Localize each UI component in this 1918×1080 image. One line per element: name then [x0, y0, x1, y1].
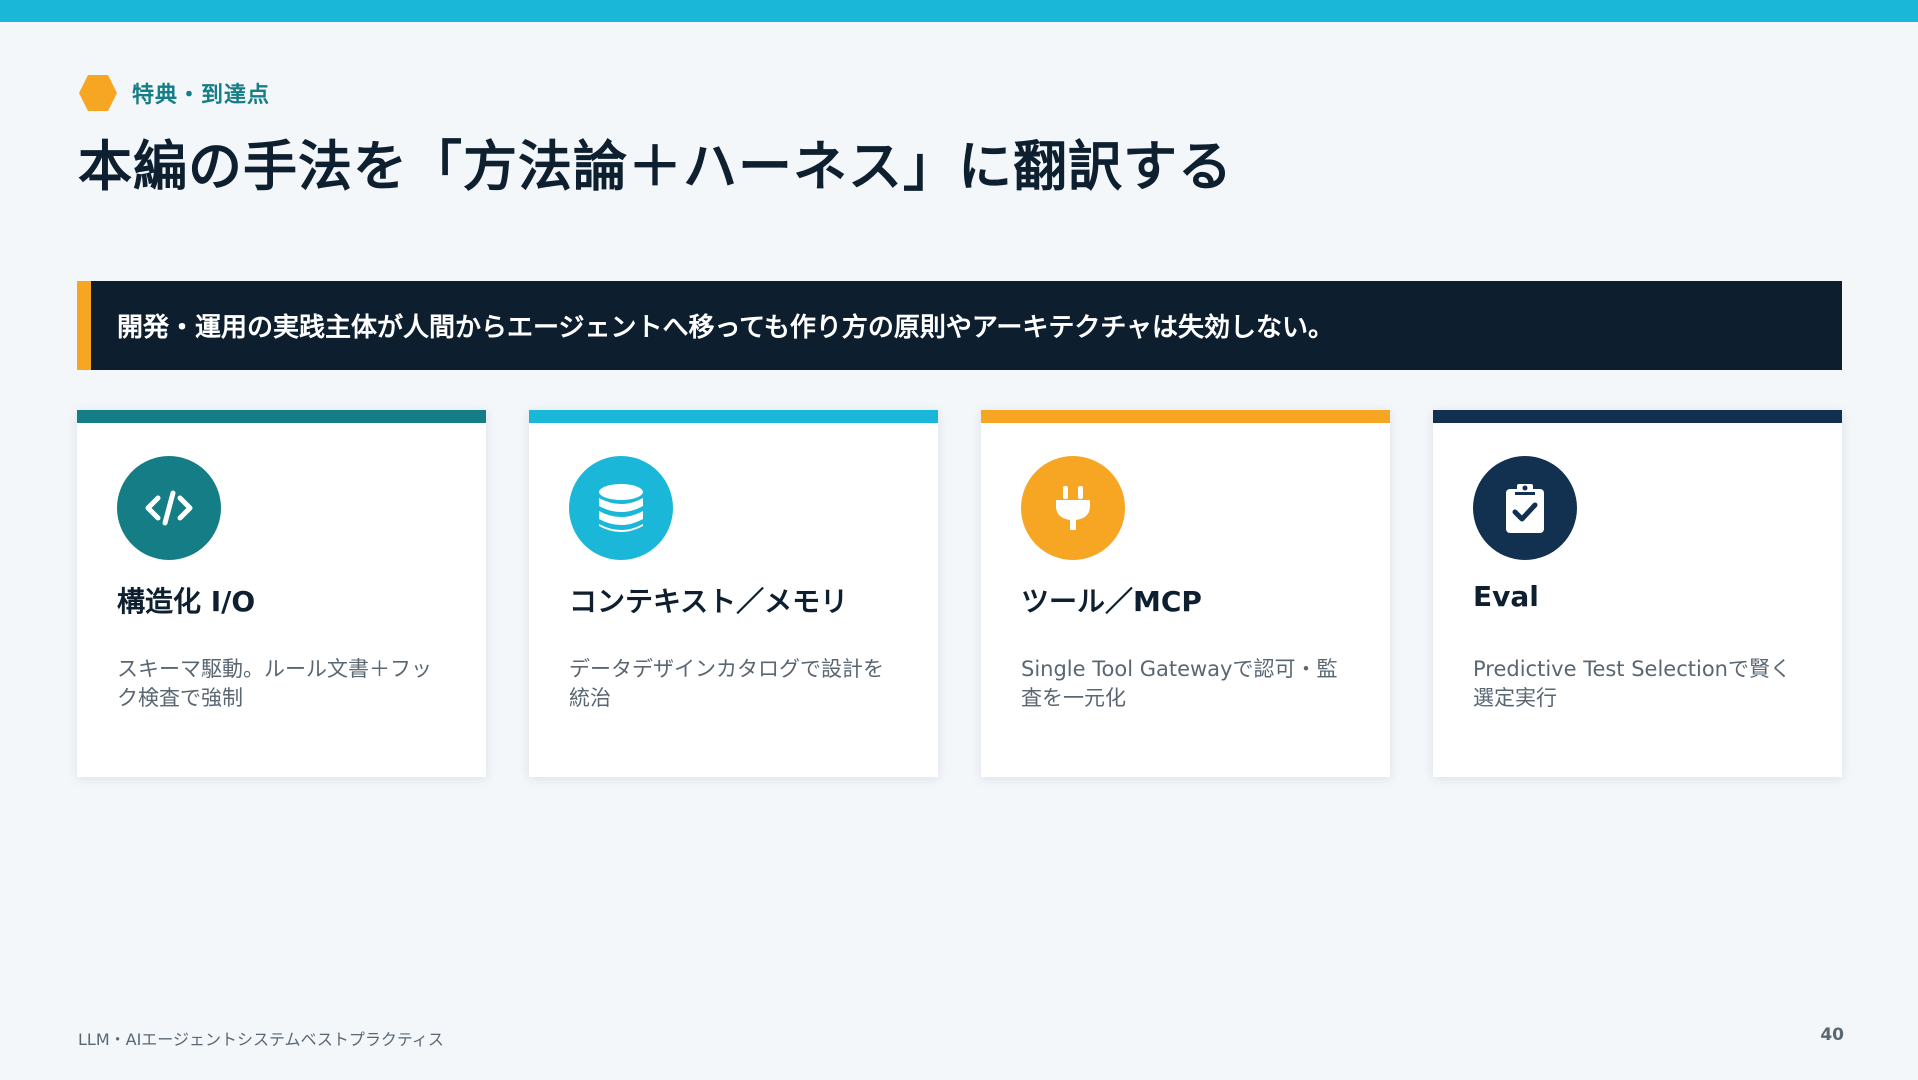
card-description: データデザインカタログで設計を統治 [569, 657, 884, 710]
hexagon-icon [79, 75, 117, 111]
card-description: Single Tool Gatewayで認可・監査を一元化 [1021, 657, 1338, 710]
page-title: 本編の手法を「方法論＋ハーネス」に翻訳する [78, 135, 1233, 198]
card-title: コンテキスト／メモリ [569, 585, 849, 618]
database-icon [569, 456, 673, 560]
card-description: スキーマ駆動。ルール文書＋フック検査で強制 [117, 657, 432, 710]
section-label: 特典・到達点 [78, 74, 270, 112]
clipboard-check-icon [1473, 456, 1577, 560]
card-context-memory: コンテキスト／メモリ データデザインカタログで設計を統治 [529, 410, 938, 777]
card-eval: Eval Predictive Test Selectionで賢く選定実行 [1433, 410, 1842, 777]
card-accent-bar [1433, 410, 1842, 423]
page-number: 40 [1820, 1025, 1844, 1045]
banner-text: 開発・運用の実践主体が人間からエージェントへ移っても作り方の原則やアーキテクチャ… [117, 313, 1335, 343]
card-accent-bar [77, 410, 486, 423]
card-accent-bar [981, 410, 1390, 423]
card-title: Eval [1473, 580, 1539, 613]
section-label-text: 特典・到達点 [132, 83, 271, 108]
card-structured-io: 構造化 I/O スキーマ駆動。ルール文書＋フック検査で強制 [77, 410, 486, 777]
key-message-banner: 開発・運用の実践主体が人間からエージェントへ移っても作り方の原則やアーキテクチャ… [77, 281, 1842, 370]
code-icon [117, 456, 221, 560]
plug-icon [1021, 456, 1125, 560]
top-accent-bar [0, 0, 1918, 22]
card-tools-mcp: ツール／MCP Single Tool Gatewayで認可・監査を一元化 [981, 410, 1390, 777]
card-description: Predictive Test Selectionで賢く選定実行 [1473, 657, 1791, 710]
card-title: ツール／MCP [1021, 585, 1202, 618]
card-title: 構造化 I/O [117, 585, 256, 618]
card-accent-bar [529, 410, 938, 423]
footer-text: LLM・AIエージェントシステムベストプラクティス [78, 1030, 444, 1049]
